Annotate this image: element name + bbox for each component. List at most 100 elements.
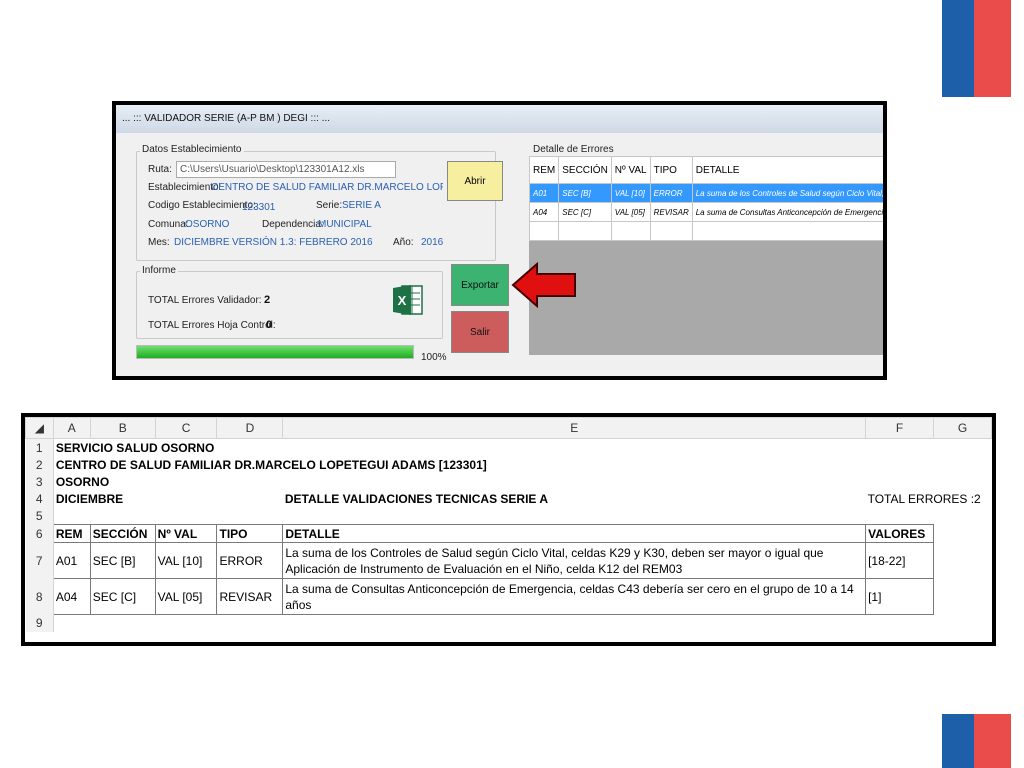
- header-rem[interactable]: REM: [52, 524, 91, 543]
- sheet-row: 2 CENTRO DE SALUD FAMILIAR DR.MARCELO LO…: [25, 456, 992, 473]
- cell-detalle[interactable]: La suma de Consultas Anticoncepción de E…: [282, 578, 867, 615]
- row-number[interactable]: 4: [25, 490, 54, 507]
- header-nval[interactable]: Nº VAL: [154, 524, 218, 543]
- header-seccion[interactable]: SECCIÓN: [89, 524, 156, 543]
- excel-sheet: ◢ A B C D E F G 1 SERVICIO SALUD OSORNO …: [21, 413, 996, 646]
- cell-tipo[interactable]: ERROR: [216, 542, 284, 579]
- salir-button[interactable]: Salir: [451, 311, 509, 353]
- header-tipo[interactable]: TIPO: [216, 524, 284, 543]
- grid-cell[interactable]: A01: [529, 183, 560, 203]
- cell-a1[interactable]: SERVICIO SALUD OSORNO: [53, 439, 991, 457]
- flag-bottom-right: [942, 714, 1011, 768]
- grid-row[interactable]: A01 SEC [B] VAL [10] ERROR La suma de lo…: [529, 183, 883, 203]
- flag-top-right: [942, 0, 1011, 97]
- establecimiento-value: CENTRO DE SALUD FAMILIAR DR.MARCELO LOPE…: [211, 182, 443, 193]
- cell-tipo[interactable]: REVISAR: [216, 578, 284, 615]
- total-validador-label: TOTAL Errores Validador:: [148, 295, 262, 306]
- col-header[interactable]: A: [52, 417, 91, 439]
- cell-rem[interactable]: A04: [52, 578, 91, 615]
- grid-cell[interactable]: REVISAR: [649, 202, 693, 222]
- cell-seccion[interactable]: SEC [B]: [89, 542, 156, 579]
- detalle-legend: Detalle de Errores: [531, 144, 616, 155]
- cell-e4[interactable]: DETALLE VALIDACIONES TECNICAS SERIE A: [283, 490, 866, 507]
- serie-value: SERIE A: [342, 200, 381, 211]
- cell-a4[interactable]: DICIEMBRE: [53, 490, 283, 507]
- grid-col-rem[interactable]: REM: [529, 156, 560, 184]
- total-hoja-value: 0: [266, 319, 273, 331]
- table-row: 8 A04 SEC [C] VAL [05] REVISAR La suma d…: [25, 578, 992, 615]
- empty-row[interactable]: [53, 507, 991, 525]
- cell-a2[interactable]: CENTRO DE SALUD FAMILIAR DR.MARCELO LOPE…: [53, 456, 991, 473]
- mes-label: Mes:: [148, 237, 170, 248]
- sheet-row: 9: [25, 614, 992, 632]
- cell-nval[interactable]: VAL [10]: [154, 542, 218, 579]
- grid-cell[interactable]: ERROR: [649, 183, 693, 203]
- grid-cell[interactable]: SEC [C]: [558, 202, 612, 222]
- col-header[interactable]: C: [154, 417, 218, 439]
- grid-col-nval[interactable]: Nº VAL: [610, 156, 651, 184]
- errors-grid[interactable]: REM SECCIÓN Nº VAL TIPO DETALLE A01 SEC …: [529, 156, 883, 355]
- cell-nval[interactable]: VAL [05]: [154, 578, 218, 615]
- progress-fill: [137, 346, 413, 358]
- sheet-row: 4 DICIEMBRE DETALLE VALIDACIONES TECNICA…: [25, 490, 992, 507]
- cell-seccion[interactable]: SEC [C]: [89, 578, 156, 615]
- cell-valores[interactable]: [1]: [865, 578, 935, 615]
- cell-a3[interactable]: OSORNO: [53, 473, 991, 490]
- window-title: ... ::: VALIDADOR SERIE (A-P BM ) DEGI :…: [116, 105, 883, 133]
- excel-icon: X: [393, 283, 423, 317]
- sheet-row: 3 OSORNO: [25, 473, 992, 490]
- ruta-label: Ruta:: [148, 164, 172, 175]
- progress-text: 100%: [421, 352, 447, 363]
- abrir-button[interactable]: Abrir: [447, 161, 503, 201]
- datos-legend: Datos Establecimiento: [140, 144, 244, 155]
- codigo-value: 123301: [242, 202, 276, 213]
- sheet-row: 5: [25, 507, 992, 525]
- validator-window: ... ::: VALIDADOR SERIE (A-P BM ) DEGI :…: [112, 101, 887, 380]
- col-header[interactable]: D: [216, 417, 284, 439]
- svg-text:X: X: [398, 293, 407, 308]
- codigo-label: Codigo Establecimiento:: [148, 200, 256, 211]
- row-number[interactable]: 7: [25, 542, 54, 579]
- cell-rem[interactable]: A01: [52, 542, 91, 579]
- grid-col-seccion[interactable]: SECCIÓN: [558, 156, 612, 184]
- total-hoja-label: TOTAL Errores Hoja Control:: [148, 320, 276, 331]
- grid-cell[interactable]: La suma de Consultas Anticoncepción de E…: [691, 202, 883, 222]
- comuna-value: OSORNO: [185, 219, 230, 230]
- row-number[interactable]: 9: [25, 614, 54, 632]
- mes-value: DICIEMBRE: [174, 237, 230, 248]
- dependencia-label: Dependencia:: [262, 219, 324, 230]
- row-number[interactable]: 1: [25, 438, 54, 456]
- grid-cell[interactable]: VAL [10]: [610, 183, 651, 203]
- ruta-input[interactable]: C:\Users\Usuario\Desktop\123301A12.xls: [176, 161, 396, 178]
- row-number[interactable]: 8: [25, 578, 54, 615]
- grid-row-empty[interactable]: [529, 221, 883, 241]
- grid-col-detalle[interactable]: DETALLE: [691, 156, 883, 184]
- cell-f4[interactable]: TOTAL ERRORES :2: [866, 490, 992, 507]
- grid-cell[interactable]: SEC [B]: [558, 183, 612, 203]
- anio-value: 2016: [421, 237, 444, 248]
- grid-col-tipo[interactable]: TIPO: [649, 156, 693, 184]
- col-header[interactable]: E: [282, 417, 867, 439]
- grid-cell[interactable]: La suma de los Controles de Salud según …: [691, 183, 883, 203]
- col-header[interactable]: G: [933, 417, 992, 439]
- grid-cell[interactable]: VAL [05]: [610, 202, 651, 222]
- header-valores[interactable]: VALORES: [865, 524, 935, 543]
- column-header-row: ◢ A B C D E F G: [25, 417, 992, 439]
- row-number[interactable]: 3: [25, 473, 54, 490]
- col-header[interactable]: B: [89, 417, 156, 439]
- informe-legend: Informe: [140, 265, 178, 276]
- table-row: 7 A01 SEC [B] VAL [10] ERROR La suma de …: [25, 542, 992, 579]
- exportar-button[interactable]: Exportar: [451, 264, 509, 306]
- anio-label: Año:: [393, 237, 414, 248]
- grid-row[interactable]: A04 SEC [C] VAL [05] REVISAR La suma de …: [529, 202, 883, 222]
- total-validador-value: 2: [264, 294, 271, 306]
- header-detalle[interactable]: DETALLE: [282, 524, 867, 543]
- row-number[interactable]: 5: [25, 507, 54, 525]
- cell-valores[interactable]: [18-22]: [865, 542, 935, 579]
- row-number[interactable]: 2: [25, 456, 54, 473]
- col-header[interactable]: F: [865, 417, 935, 439]
- grid-cell[interactable]: A04: [529, 202, 560, 222]
- row-number[interactable]: 6: [25, 524, 54, 543]
- cell-detalle[interactable]: La suma de los Controles de Salud según …: [282, 542, 867, 579]
- select-all-corner[interactable]: ◢: [25, 417, 54, 439]
